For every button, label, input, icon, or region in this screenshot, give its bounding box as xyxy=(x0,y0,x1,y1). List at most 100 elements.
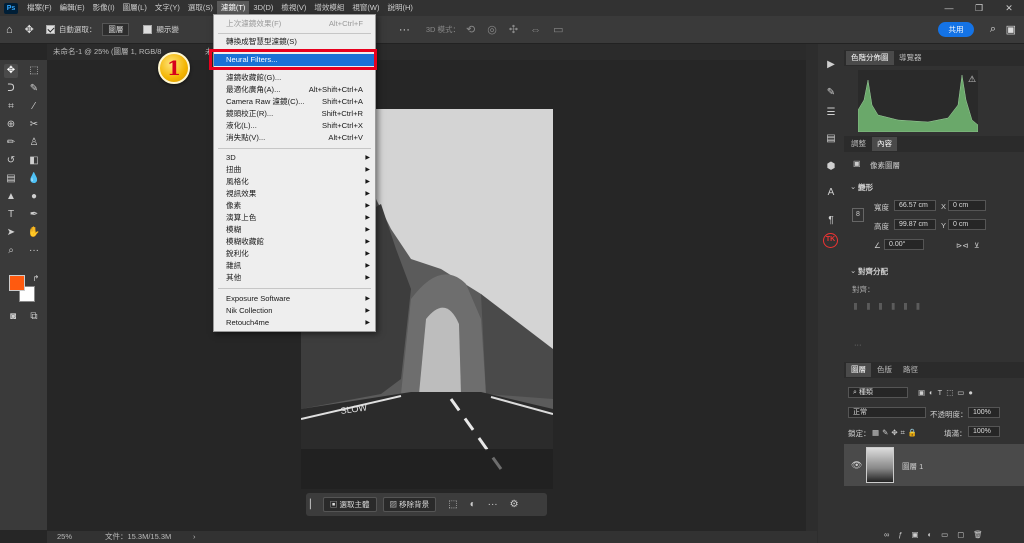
eyedropper-tool-icon[interactable]: ⁄ xyxy=(27,100,41,114)
3d-slide-icon[interactable]: ⇔ xyxy=(530,24,541,36)
layer-filter-icons[interactable]: ▣◐T⬚▭● xyxy=(918,388,977,397)
status-arrow-icon[interactable]: › xyxy=(193,531,196,543)
fill-field[interactable]: 100% xyxy=(968,426,1000,437)
auto-select-dropdown[interactable]: 圖層 xyxy=(102,23,130,36)
height-field[interactable]: 99.87 cm xyxy=(894,219,936,230)
crop-tool-icon[interactable]: ⌗ xyxy=(4,100,18,114)
menu-layer[interactable]: 圖層(L) xyxy=(119,1,151,15)
paragraph-icon[interactable]: ¶ xyxy=(824,214,838,228)
menu-item-last-filter[interactable]: 上次濾鏡效果(F) Alt+Ctrl+F xyxy=(214,18,375,30)
show-transform-checkbox[interactable] xyxy=(143,25,153,34)
menu-item-vanishing-point[interactable]: 消失點(V)... Alt+Ctrl+V xyxy=(214,132,375,144)
menu-filter[interactable]: 濾鏡(T) xyxy=(216,1,250,15)
menu-item-stylize[interactable]: 風格化 ▶ xyxy=(214,176,375,188)
tab-paths[interactable]: 路徑 xyxy=(898,363,923,377)
tab-properties[interactable]: 內容 xyxy=(872,137,897,151)
menu-item-video[interactable]: 視訊效果 ▶ xyxy=(214,188,375,200)
home-icon[interactable]: ⌂ xyxy=(6,24,13,36)
menu-item-3d[interactable]: 3D ▶ xyxy=(214,152,375,164)
opacity-field[interactable]: 100% xyxy=(968,407,1000,418)
workspace-icon[interactable]: ▣ xyxy=(1006,23,1016,36)
menu-item-nik-collection[interactable]: Nik Collection ▶ xyxy=(214,305,375,317)
x-field[interactable]: 0 cm xyxy=(948,200,986,211)
menu-item-camera-raw[interactable]: Camera Raw 濾鏡(C)... Shift+Ctrl+A xyxy=(214,96,375,108)
pen-tool-icon[interactable]: ✒ xyxy=(27,208,41,222)
type-tool-icon[interactable]: T xyxy=(4,208,18,222)
menu-help[interactable]: 說明(H) xyxy=(384,1,417,15)
y-field[interactable]: 0 cm xyxy=(948,219,986,230)
swap-colors-icon[interactable]: ↱ xyxy=(29,272,43,286)
3d-pan-icon[interactable]: ✣ xyxy=(509,23,518,36)
restore-icon[interactable]: ❐ xyxy=(964,0,994,16)
foreground-color-swatch[interactable] xyxy=(9,275,25,291)
tab-navigator[interactable]: 導覽器 xyxy=(894,51,927,65)
hand-tool-icon[interactable]: ✋ xyxy=(27,226,41,240)
flip-horizontal-icon[interactable]: ⊳⊲ xyxy=(956,241,969,250)
eraser-tool-icon[interactable]: ◧ xyxy=(27,154,41,168)
menu-item-noise[interactable]: 雜訊 ▶ xyxy=(214,260,375,272)
zoom-level[interactable]: 25% xyxy=(57,531,72,543)
layer-bottom-icons[interactable]: ∞ƒ▣◐▭▢🗑 xyxy=(884,530,992,539)
layer-kind-filter[interactable]: ⌕ 種類 xyxy=(848,387,908,398)
history-brush-icon[interactable]: ↺ xyxy=(4,154,18,168)
flip-vertical-icon[interactable]: ⊻ xyxy=(974,241,980,250)
menu-type[interactable]: 文字(Y) xyxy=(151,1,184,15)
blur-tool-icon[interactable]: 💧 xyxy=(27,172,41,186)
layer-name[interactable]: 圖層 1 xyxy=(902,461,923,472)
menu-window[interactable]: 視窗(W) xyxy=(348,1,383,15)
align-buttons-icon[interactable]: ⫼⫼⫼⫼⫼⫼ xyxy=(854,302,929,312)
menu-item-lens-correction[interactable]: 鏡頭校正(R)... Shift+Ctrl+R xyxy=(214,108,375,120)
close-icon[interactable]: ✕ xyxy=(994,0,1024,16)
drag-handle-icon[interactable]: ▏ xyxy=(310,499,317,510)
lasso-tool-icon[interactable]: ᑐ xyxy=(4,82,18,96)
width-field[interactable]: 66.57 cm xyxy=(894,200,936,211)
menu-item-retouch4me[interactable]: Retouch4me ▶ xyxy=(214,317,375,329)
menu-item-liquify[interactable]: 液化(L)... Shift+Ctrl+X xyxy=(214,120,375,132)
menu-item-render[interactable]: 演算上色 ▶ xyxy=(214,212,375,224)
brush-tool-icon[interactable]: ✏ xyxy=(4,136,18,150)
visibility-eye-icon[interactable]: 👁 xyxy=(851,460,862,471)
brush-settings-icon[interactable]: ✎ xyxy=(824,86,838,100)
menu-plugins[interactable]: 增效模組 xyxy=(310,1,348,15)
auto-select-checkbox[interactable] xyxy=(45,25,55,34)
quick-mask-icon[interactable]: ◙ xyxy=(6,310,20,324)
select-subject-button[interactable]: ▣ 選取主體 xyxy=(322,497,377,512)
3d-roll-icon[interactable]: ◎ xyxy=(487,23,497,36)
move-tool-icon[interactable]: ✥ xyxy=(4,64,18,78)
tab-layers[interactable]: 圖層 xyxy=(846,363,871,377)
more-tools-icon[interactable]: ··· xyxy=(27,244,41,258)
menu-item-sharpen[interactable]: 銳利化 ▶ xyxy=(214,248,375,260)
transform-chevron-icon[interactable]: ⌄ xyxy=(850,182,856,191)
menu-item-convert-smart-filters[interactable]: 轉換成智慧型濾鏡(S) xyxy=(214,36,375,48)
tab-adjustments[interactable]: 調整 xyxy=(846,137,871,151)
angle-field[interactable]: 0.00° xyxy=(884,239,924,250)
screen-mode-icon[interactable]: ⧉ xyxy=(27,310,41,324)
menu-item-pixelate[interactable]: 像素 ▶ xyxy=(214,200,375,212)
menu-item-adaptive-wide-angle[interactable]: 最適化廣角(A)... Alt+Shift+Ctrl+A xyxy=(214,84,375,96)
adjustment-icon[interactable]: ◐ xyxy=(470,499,476,510)
path-select-tool-icon[interactable]: ➤ xyxy=(4,226,18,240)
more-icon[interactable]: ··· xyxy=(488,499,498,510)
transform-icon[interactable]: ⬚ xyxy=(448,499,457,510)
play-icon[interactable]: ▶ xyxy=(824,58,838,72)
sponge-tool-icon[interactable]: ● xyxy=(27,190,41,204)
history-icon[interactable]: ▤ xyxy=(824,132,838,146)
menu-item-blur-gallery[interactable]: 模糊收藏館 ▶ xyxy=(214,236,375,248)
document-tab[interactable]: 未命名-1 @ 25% (圖層 1, RGB/8 xyxy=(53,44,161,60)
menu-item-distort[interactable]: 扭曲 ▶ xyxy=(214,164,375,176)
menu-image[interactable]: 影像(I) xyxy=(89,1,119,15)
menu-view[interactable]: 檢視(V) xyxy=(277,1,310,15)
adjust-sliders-icon[interactable]: ☰ xyxy=(824,106,838,120)
more-options-icon[interactable]: ··· xyxy=(399,24,410,36)
minimize-icon[interactable]: — xyxy=(934,0,964,16)
lock-icons[interactable]: ▦✎✥⌗🔒 xyxy=(872,428,920,438)
dodge-tool-icon[interactable]: ▲ xyxy=(4,190,18,204)
search-icon[interactable]: ⌕ xyxy=(990,23,996,36)
blend-mode-select[interactable]: 正常 xyxy=(848,407,926,418)
3d-scale-icon[interactable]: ▭ xyxy=(553,23,563,36)
tk-plugin-icon[interactable]: TK xyxy=(823,233,838,248)
menu-item-filter-gallery[interactable]: 濾鏡收藏館(G)... xyxy=(214,72,375,84)
more-options-icon[interactable]: ··· xyxy=(854,340,862,349)
quick-select-tool-icon[interactable]: ✎ xyxy=(27,82,41,96)
stamp-tool-icon[interactable]: ♙ xyxy=(27,136,41,150)
